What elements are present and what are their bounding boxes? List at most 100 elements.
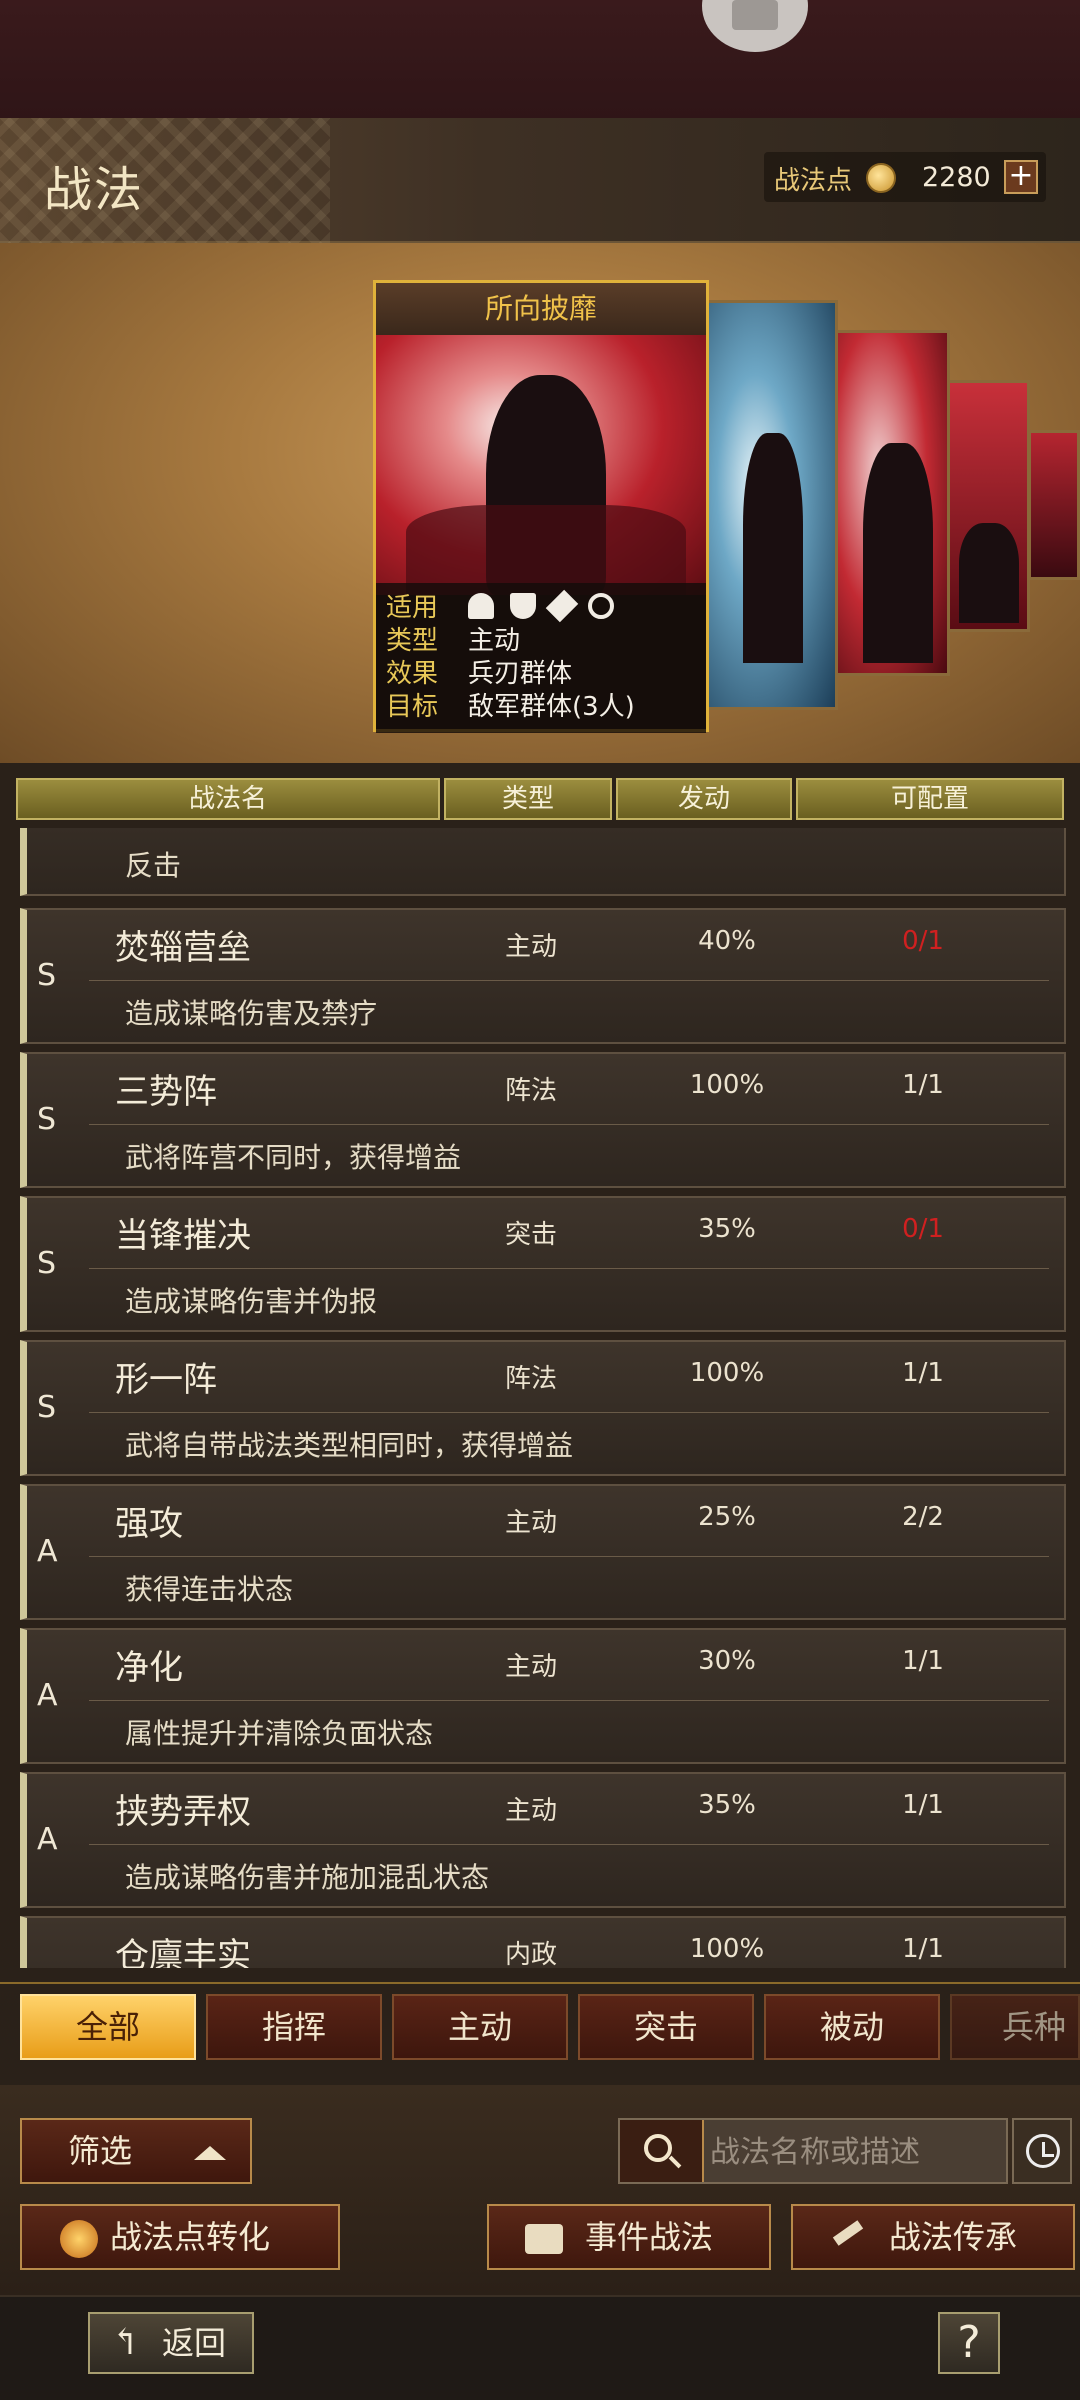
info-row-target: 目标 敌军群体(3人) — [386, 688, 696, 722]
side-card-2[interactable] — [830, 330, 950, 676]
table-row[interactable]: 仓廪丰实 内政 100% 1/1 — [20, 1916, 1066, 1968]
row-name: 当锋摧决 — [115, 1216, 251, 1256]
row-grade: S — [37, 1246, 57, 1281]
info-row-type: 类型 主动 — [386, 622, 696, 656]
row-grade: S — [37, 1102, 57, 1137]
points-value: 2280 — [922, 162, 991, 193]
add-points-button[interactable]: + — [1004, 160, 1038, 194]
search-box[interactable] — [618, 2118, 1008, 2184]
info-key: 适用 — [386, 593, 439, 623]
row-divider — [89, 1556, 1049, 1557]
filter-label: 筛选 — [68, 2132, 133, 2170]
header-type[interactable]: 类型 — [444, 778, 612, 820]
table-row[interactable]: S 形一阵 阵法 100% 1/1 武将自带战法类型相同时，获得增益 — [20, 1340, 1066, 1476]
row-rate: 25% — [698, 1502, 756, 1532]
row-type: 主动 — [505, 1796, 558, 1826]
flame-icon — [60, 2220, 98, 2258]
cavalry-icon — [468, 592, 494, 619]
row-config: 0/1 — [902, 926, 944, 956]
row-desc: 造成谋略伤害并伪报 — [125, 1285, 378, 1318]
page-title: 战法 — [44, 162, 145, 218]
info-value: 主动 — [468, 626, 521, 656]
side-card-1[interactable] — [700, 300, 838, 710]
side-card-3[interactable] — [946, 380, 1030, 632]
tab-troop[interactable]: 兵种 — [950, 1994, 1080, 2060]
row-grade: S — [37, 1390, 57, 1425]
info-row-apply: 适用 — [386, 589, 696, 623]
row-desc: 武将自带战法类型相同时，获得增益 — [125, 1429, 574, 1462]
row-divider — [89, 1844, 1049, 1845]
row-config: 1/1 — [902, 1358, 944, 1388]
row-grade: S — [37, 958, 57, 993]
tab-command[interactable]: 指挥 — [206, 1994, 382, 2060]
row-grade: A — [37, 1822, 58, 1857]
table-row[interactable]: S 当锋摧决 突击 35% 0/1 造成谋略伤害并伪报 — [20, 1196, 1066, 1332]
tab-assault[interactable]: 突击 — [578, 1994, 754, 2060]
row-name: 焚辎营垒 — [115, 928, 251, 968]
row-divider — [89, 1700, 1049, 1701]
row-type: 阵法 — [505, 1364, 558, 1394]
info-key: 效果 — [386, 659, 439, 689]
row-grade: A — [37, 1678, 58, 1713]
clock-icon[interactable] — [1012, 2118, 1072, 2184]
info-key: 类型 — [386, 626, 439, 656]
inherit-tactics-button[interactable]: 战法传承 — [791, 2204, 1075, 2270]
row-rate: 35% — [698, 1790, 756, 1820]
row-divider — [89, 1412, 1049, 1413]
row-type: 内政 — [505, 1940, 558, 1968]
row-config: 0/1 — [902, 1214, 944, 1244]
row-config: 1/1 — [902, 1790, 944, 1820]
row-desc: 获得连击状态 — [125, 1573, 294, 1606]
search-icon[interactable] — [620, 2120, 704, 2182]
table-row[interactable]: S 三势阵 阵法 100% 1/1 武将阵营不同时，获得增益 — [20, 1052, 1066, 1188]
header-name[interactable]: 战法名 — [16, 778, 440, 820]
card-title: 所向披靡 — [376, 283, 706, 335]
scroll-icon — [525, 2224, 563, 2254]
card-art — [376, 335, 706, 595]
tab-passive[interactable]: 被动 — [764, 1994, 940, 2060]
table-row[interactable]: A 强攻 主动 25% 2/2 获得连击状态 — [20, 1484, 1066, 1620]
table-row[interactable]: S 焚辎营垒 主动 40% 0/1 造成谋略伤害及禁疗 — [20, 908, 1066, 1044]
row-rate: 35% — [698, 1214, 756, 1244]
row-divider — [89, 1124, 1049, 1125]
row-type: 阵法 — [505, 1076, 558, 1106]
row-name: 强攻 — [115, 1504, 183, 1544]
row-grade: A — [37, 1534, 58, 1569]
row-rate: 30% — [698, 1646, 756, 1676]
selected-tactic-card[interactable]: 所向披靡 适用 类型 主动 效果 兵刃群体 目标 敌军群体(3人) — [373, 280, 709, 733]
info-value: 兵刃群体 — [468, 659, 573, 689]
convert-points-button[interactable]: 战法点转化 — [20, 2204, 340, 2270]
tactic-list[interactable]: 反击 S 焚辎营垒 主动 40% 0/1 造成谋略伤害及禁疗 S 三势阵 阵法 … — [20, 828, 1066, 1968]
header-rate[interactable]: 发动 — [616, 778, 792, 820]
chevron-up-icon — [194, 2146, 226, 2160]
row-type: 主动 — [505, 1652, 558, 1682]
table-row[interactable]: A 净化 主动 30% 1/1 属性提升并清除负面状态 — [20, 1628, 1066, 1764]
info-value: 敌军群体(3人) — [468, 692, 635, 722]
row-config: 1/1 — [902, 1934, 944, 1964]
back-button[interactable]: ↰ 返回 — [88, 2312, 254, 2374]
header-config[interactable]: 可配置 — [796, 778, 1064, 820]
filter-button[interactable]: 筛选 — [20, 2118, 252, 2184]
coin-icon — [866, 163, 896, 193]
card-info: 适用 类型 主动 效果 兵刃群体 目标 敌军群体(3人) — [376, 583, 706, 733]
table-row[interactable]: 反击 — [20, 828, 1066, 896]
table-row[interactable]: A 挟势弄权 主动 35% 1/1 造成谋略伤害并施加混乱状态 — [20, 1772, 1066, 1908]
shield-icon — [510, 592, 536, 619]
row-name: 净化 — [115, 1648, 183, 1688]
info-key: 目标 — [386, 692, 439, 722]
row-desc: 造成谋略伤害及禁疗 — [125, 997, 378, 1030]
help-button[interactable]: ? — [938, 2312, 1000, 2374]
tab-active[interactable]: 主动 — [392, 1994, 568, 2060]
row-desc: 武将阵营不同时，获得增益 — [125, 1141, 462, 1174]
row-divider — [89, 980, 1049, 981]
row-name: 挟势弄权 — [115, 1792, 251, 1832]
row-rate: 40% — [698, 926, 756, 956]
side-card-4[interactable] — [1028, 430, 1080, 580]
row-desc: 属性提升并清除负面状态 — [125, 1717, 434, 1750]
tab-all[interactable]: 全部 — [20, 1994, 196, 2060]
event-tactics-button[interactable]: 事件战法 — [487, 2204, 771, 2270]
row-desc: 造成谋略伤害并施加混乱状态 — [125, 1861, 490, 1894]
info-row-effect: 效果 兵刃群体 — [386, 655, 696, 689]
search-input[interactable] — [710, 2128, 1000, 2176]
points-label: 战法点 — [774, 166, 853, 196]
